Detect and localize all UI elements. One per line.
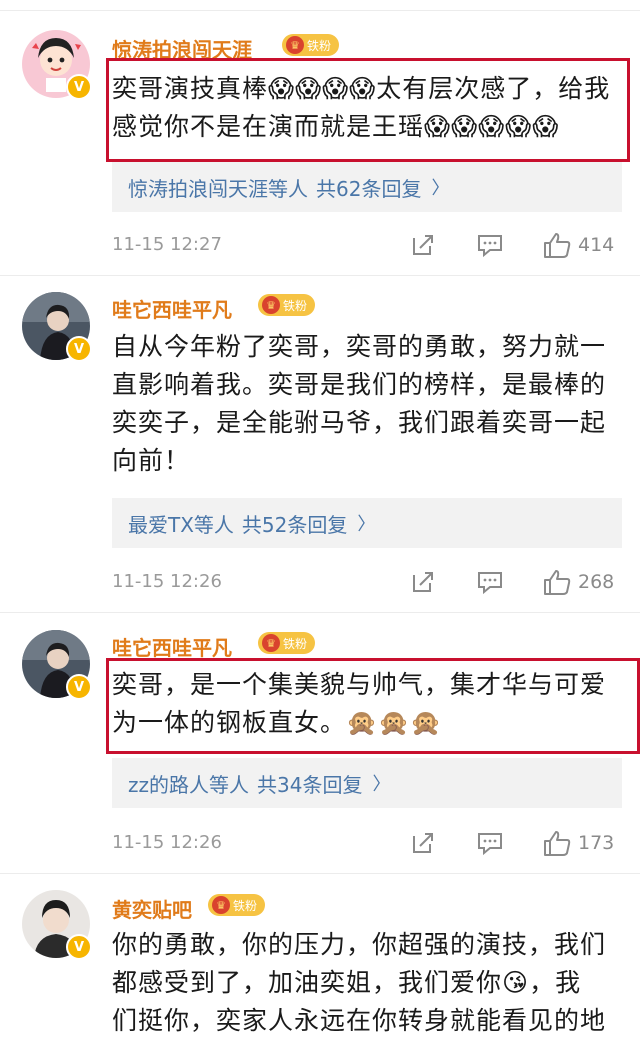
comment-text-line: 向前！ [112,446,191,475]
like-button[interactable]: 173 [542,828,614,858]
comment-text-line: 为一体的钢板直女。🙊🙊🙊 [112,708,443,737]
avatar[interactable]: V [22,292,92,362]
divider [0,275,640,276]
share-icon[interactable] [410,567,436,597]
chevron-right-icon: 〉 [431,178,450,199]
avatar[interactable]: V [22,890,92,960]
reply-authors: zz的路人等人 [128,772,249,797]
comment-text-line: 感觉你不是在演而就是王瑶😱😱😱😱😱 [112,112,560,141]
reply-count: 共52条回复 [241,512,348,537]
comment-text: 奕哥，是一个集美貌与帅气，集才华与可爱 为一体的钢板直女。🙊🙊🙊 [112,666,622,742]
thumbs-up-icon [544,831,571,856]
username[interactable]: 哇它西哇平凡 [112,632,232,661]
comment-meta: 11-15 12:26 173 [112,828,622,858]
username[interactable]: 黄奕贴吧 [112,894,192,923]
timestamp: 11-15 12:26 [112,832,222,853]
avatar[interactable]: V [22,30,92,100]
verified-icon: V [66,336,92,362]
comment-text-line: 自从今年粉了奕哥，奕哥的勇敢，努力就一 [112,332,607,361]
comment-icon[interactable] [476,567,504,597]
verified-icon: V [66,674,92,700]
comment-text: 奕哥演技真棒😱😱😱😱太有层次感了，给我 感觉你不是在演而就是王瑶😱😱😱😱😱 [112,70,622,146]
comment-meta: 11-15 12:27 414 [112,230,622,260]
divider [0,612,640,613]
crown-icon: ♛ [262,634,280,652]
share-icon[interactable] [410,828,436,858]
like-button[interactable]: 414 [542,230,614,260]
fan-badge-label: 铁粉 [283,636,308,651]
comment-text: 自从今年粉了奕哥，奕哥的勇敢，努力就一 直影响着我。奕哥是我们的榜样，是最棒的 … [112,328,622,480]
share-icon[interactable] [410,230,436,260]
comment-text-line: 奕奕子，是全能驸马爷，我们跟着奕哥一起 [112,408,607,437]
reply-preview[interactable]: 惊涛拍浪闯天涯等人 共62条回复 〉 [112,162,622,212]
reply-preview[interactable]: zz的路人等人 共34条回复 〉 [112,758,622,808]
username[interactable]: 哇它西哇平凡 [112,294,232,323]
comment-text: 你的勇敢，你的压力，你超强的演技，我们 都感受到了，加油奕姐，我们爱你😘，我 们… [112,926,622,1040]
like-count: 268 [578,571,615,593]
timestamp: 11-15 12:27 [112,234,222,255]
comment-text-line: 奕哥，是一个集美貌与帅气，集才华与可爱 [112,670,607,699]
reply-authors: 惊涛拍浪闯天涯等人 [128,176,308,201]
crown-icon: ♛ [212,896,230,914]
comment-text-line: 奕哥演技真棒😱😱😱😱太有层次感了，给我 [112,74,611,103]
fan-badge-label: 铁粉 [307,38,332,53]
comment-text-line: 都感受到了，加油奕姐，我们爱你😘，我 [112,968,582,997]
like-count: 414 [578,234,615,256]
comment-text-line: 们挺你，奕家人永远在你转身就能看见的地 [112,1006,607,1035]
reply-count: 共34条回复 [257,772,363,797]
thumbs-up-icon [544,233,571,258]
thumbs-up-icon [544,570,571,595]
avatar[interactable]: V [22,630,92,700]
divider [0,873,640,874]
fan-badge-label: 铁粉 [283,298,308,313]
fan-badge: ♛ 铁粉 [208,894,266,916]
comment-icon[interactable] [476,828,504,858]
top-divider [0,0,640,11]
fan-badge-label: 铁粉 [233,898,258,913]
comment-icon[interactable] [476,230,504,260]
fan-badge: ♛ 铁粉 [282,34,340,56]
like-button[interactable]: 268 [542,567,614,597]
comment-text-line: 直影响着我。奕哥是我们的榜样，是最棒的 [112,370,607,399]
like-count: 173 [578,832,615,854]
verified-icon: V [66,934,92,960]
comment-text-line: 你的勇敢，你的压力，你超强的演技，我们 [112,930,607,959]
chevron-right-icon: 〉 [372,774,391,795]
reply-count: 共62条回复 [316,176,422,201]
comment-meta: 11-15 12:26 268 [112,567,622,597]
fan-badge: ♛ 铁粉 [258,632,316,654]
crown-icon: ♛ [262,296,280,314]
reply-preview[interactable]: 最爱TX等人 共52条回复 〉 [112,498,622,548]
fan-badge: ♛ 铁粉 [258,294,316,316]
crown-icon: ♛ [286,36,304,54]
chevron-right-icon: 〉 [357,514,376,535]
verified-icon: V [66,74,92,100]
reply-authors: 最爱TX等人 [128,512,234,537]
timestamp: 11-15 12:26 [112,571,222,592]
